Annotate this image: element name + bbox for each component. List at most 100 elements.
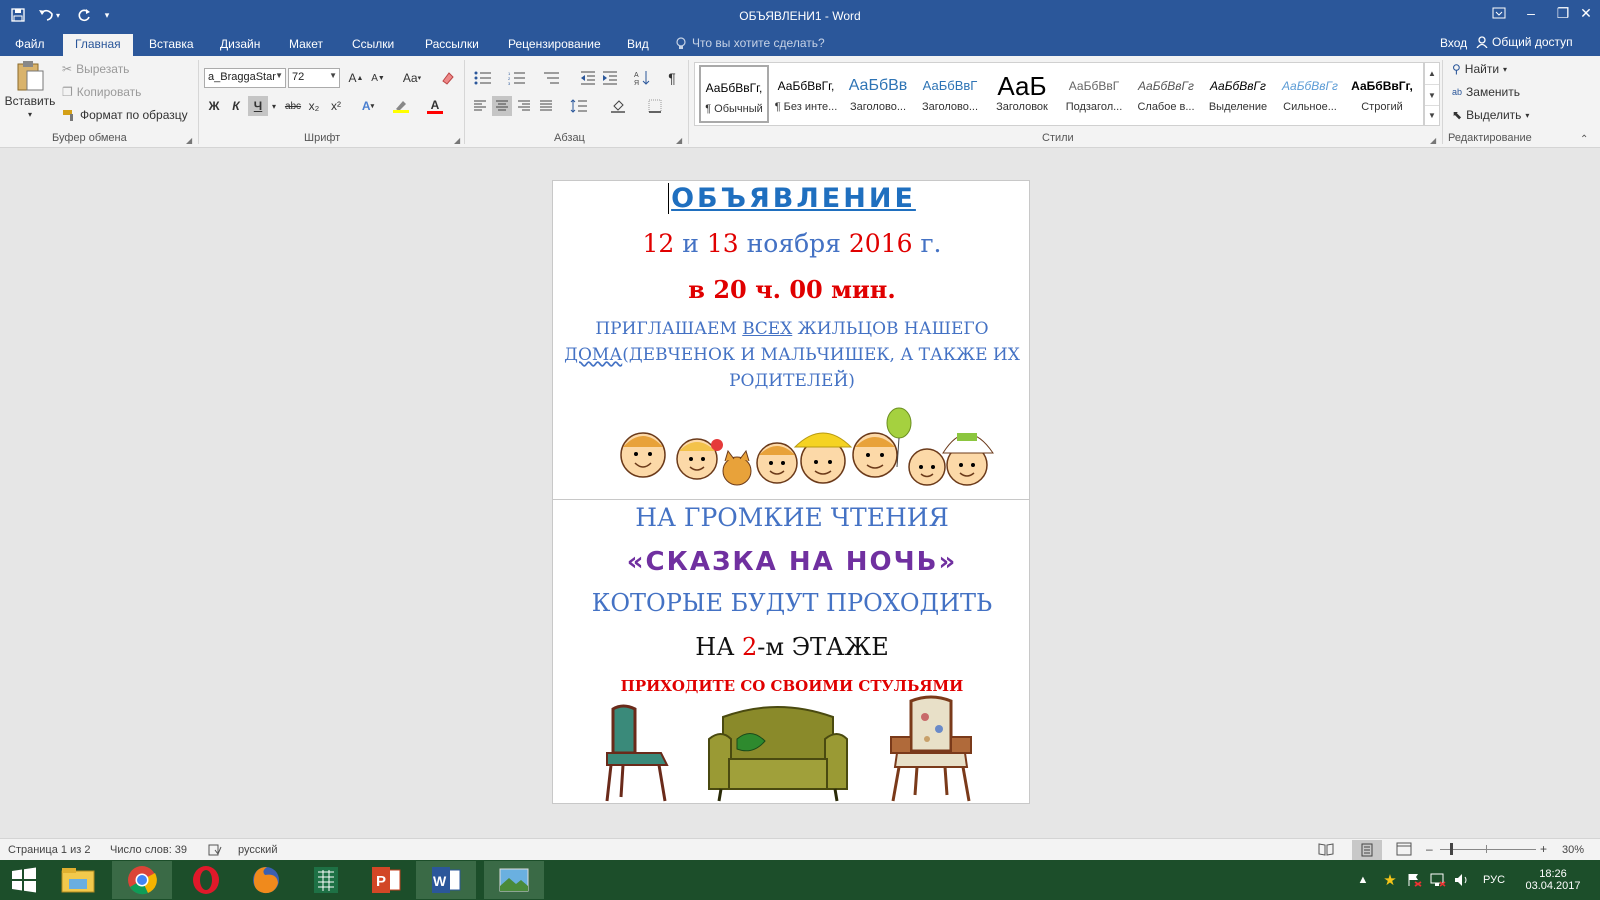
change-case-button[interactable]: Aa ▾ xyxy=(398,68,426,88)
style-strong[interactable]: АаБбВвГг, Строгий xyxy=(1347,65,1417,123)
grow-font-icon[interactable]: A ▲ xyxy=(346,68,366,88)
borders-icon[interactable] xyxy=(640,96,670,116)
paste-button[interactable]: Вставить ▾ xyxy=(5,60,55,124)
bullets-icon[interactable] xyxy=(470,68,496,88)
scroll-down-icon[interactable]: ▼ xyxy=(1425,84,1439,105)
text-effects-icon[interactable]: A ▾ xyxy=(356,96,380,116)
multilevel-list-icon[interactable] xyxy=(538,68,564,88)
select-button[interactable]: ⬉ Выделить ▾ xyxy=(1452,108,1529,122)
tab-insert[interactable]: Вставка xyxy=(149,36,194,56)
photos-icon[interactable] xyxy=(484,861,544,899)
sort-icon[interactable]: AЯ xyxy=(632,68,652,88)
word-count[interactable]: Число слов: 39 xyxy=(110,844,187,856)
style-emphasis[interactable]: АаБбВвГг Выделение xyxy=(1203,65,1273,123)
decrease-indent-icon[interactable] xyxy=(578,68,598,88)
zoom-slider-track[interactable] xyxy=(1440,849,1536,850)
volume-icon[interactable] xyxy=(1452,860,1472,900)
proofing-icon[interactable] xyxy=(208,844,222,856)
styles-gallery-scroll[interactable]: ▲ ▼ ▼ xyxy=(1424,62,1440,126)
underline-dropdown-icon[interactable]: ▾ xyxy=(268,96,280,116)
style-subtle-emphasis[interactable]: АаБбВвГг Слабое в... xyxy=(1131,65,1201,123)
align-center-icon[interactable] xyxy=(492,96,512,116)
italic-button[interactable]: К xyxy=(226,96,246,116)
read-mode-icon[interactable] xyxy=(1318,842,1334,856)
style-title[interactable]: АаБ Заголовок xyxy=(987,65,1057,123)
align-left-icon[interactable] xyxy=(470,96,490,116)
style-intense-emphasis[interactable]: АаБбВвГг Сильное... xyxy=(1275,65,1345,123)
font-launcher-icon[interactable]: ◢ xyxy=(454,136,460,145)
explorer-icon[interactable] xyxy=(48,861,108,899)
justify-icon[interactable] xyxy=(536,96,556,116)
ribbon-display-icon[interactable] xyxy=(1484,0,1514,26)
show-marks-icon[interactable]: ¶ xyxy=(662,68,682,88)
clear-formatting-icon[interactable] xyxy=(438,68,458,88)
excel-icon[interactable] xyxy=(296,861,356,899)
web-layout-icon[interactable] xyxy=(1396,842,1412,856)
numbering-icon[interactable]: 123 xyxy=(504,68,530,88)
input-language[interactable]: РУС xyxy=(1478,860,1510,900)
font-name-combo[interactable]: a_BraggaStar ▼ xyxy=(204,68,286,88)
action-center-icon[interactable] xyxy=(1404,860,1424,900)
zoom-slider-thumb[interactable] xyxy=(1449,843,1453,855)
font-size-combo[interactable]: 72 ▼ xyxy=(288,68,340,88)
start-button[interactable] xyxy=(2,861,46,899)
superscript-button[interactable]: x² xyxy=(326,96,346,116)
clock[interactable]: 18:26 03.04.2017 xyxy=(1516,860,1590,900)
line-spacing-icon[interactable] xyxy=(564,96,594,116)
word-icon[interactable]: W xyxy=(416,861,476,899)
opera-icon[interactable] xyxy=(176,861,236,899)
highlight-button[interactable] xyxy=(386,96,416,116)
network-icon[interactable] xyxy=(1428,860,1448,900)
style-heading-2[interactable]: АаБбВвГ Заголово... xyxy=(915,65,985,123)
strikethrough-button[interactable]: abc xyxy=(282,96,304,116)
zoom-level[interactable]: 30% xyxy=(1562,844,1584,856)
sign-in-link[interactable]: Вход xyxy=(1440,36,1467,50)
style-normal[interactable]: АаБбВвГг, ¶ Обычный xyxy=(699,65,769,123)
style-heading-1[interactable]: АаБбВв Заголово... xyxy=(843,65,913,123)
tab-review[interactable]: Рецензирование xyxy=(508,36,601,56)
page-count[interactable]: Страница 1 из 2 xyxy=(8,844,90,856)
shading-icon[interactable] xyxy=(604,96,634,116)
firefox-icon[interactable] xyxy=(236,861,296,899)
language-indicator[interactable]: русский xyxy=(238,844,277,856)
scroll-up-icon[interactable]: ▲ xyxy=(1425,63,1439,84)
print-layout-icon[interactable] xyxy=(1352,840,1382,860)
tab-home[interactable]: Главная xyxy=(63,34,133,56)
style-no-spacing[interactable]: АаБбВвГг, ¶ Без инте... xyxy=(771,65,841,123)
increase-indent-icon[interactable] xyxy=(600,68,620,88)
close-button[interactable]: ✕ xyxy=(1572,0,1600,26)
shrink-font-icon[interactable]: A ▼ xyxy=(368,68,388,88)
powerpoint-icon[interactable]: P xyxy=(356,861,416,899)
format-painter-button[interactable]: Формат по образцу xyxy=(62,108,188,122)
style-subtitle[interactable]: АаБбВвГ Подзагол... xyxy=(1059,65,1129,123)
zoom-out-button[interactable]: – xyxy=(1426,842,1433,856)
tell-me-box[interactable]: Что вы хотите сделать? xyxy=(676,36,825,50)
paragraph-launcher-icon[interactable]: ◢ xyxy=(676,136,682,145)
font-color-button[interactable]: A xyxy=(420,96,450,116)
tab-layout[interactable]: Макет xyxy=(289,36,323,56)
tab-design[interactable]: Дизайн xyxy=(220,36,260,56)
minimize-button[interactable]: – xyxy=(1516,0,1546,26)
cut-button[interactable]: ✂ Вырезать xyxy=(62,62,129,76)
align-right-icon[interactable] xyxy=(514,96,534,116)
tab-view[interactable]: Вид xyxy=(627,36,649,56)
replace-button[interactable]: ab Заменить xyxy=(1452,85,1520,99)
more-styles-icon[interactable]: ▼ xyxy=(1425,105,1439,125)
find-button[interactable]: ⚲ Найти ▾ xyxy=(1452,62,1507,76)
tab-references[interactable]: Ссылки xyxy=(352,36,394,56)
tab-file[interactable]: Файл xyxy=(15,36,45,56)
chrome-icon[interactable] xyxy=(112,861,172,899)
clipboard-launcher-icon[interactable]: ◢ xyxy=(186,136,192,145)
underline-button[interactable]: Ч xyxy=(248,96,268,116)
styles-launcher-icon[interactable]: ◢ xyxy=(1430,136,1436,145)
star-icon[interactable]: ★ xyxy=(1380,860,1400,900)
document-page[interactable]: ОБЪЯВЛЕНИЕ 12 и 13 ноября 2016 г. в 20 ч… xyxy=(552,180,1030,804)
zoom-in-button[interactable]: + xyxy=(1540,842,1547,856)
collapse-ribbon-icon[interactable]: ⌃ xyxy=(1580,134,1588,145)
tray-overflow-icon[interactable]: ▲ xyxy=(1356,860,1370,900)
bold-button[interactable]: Ж xyxy=(204,96,224,116)
share-button[interactable]: Общий доступ xyxy=(1476,35,1573,49)
subscript-button[interactable]: x₂ xyxy=(304,96,324,116)
tab-mailings[interactable]: Рассылки xyxy=(425,36,479,56)
copy-button[interactable]: ❐ Копировать xyxy=(62,85,141,99)
